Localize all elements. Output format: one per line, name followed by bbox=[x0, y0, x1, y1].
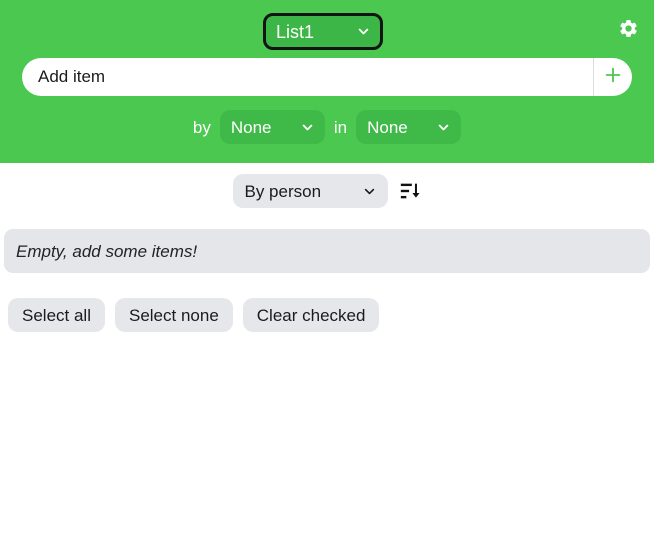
empty-list-message: Empty, add some items! bbox=[4, 229, 650, 273]
main-content: By person Empty, add some items! Select … bbox=[0, 163, 654, 554]
clear-checked-button[interactable]: Clear checked bbox=[242, 298, 380, 332]
assign-in-label: in bbox=[333, 117, 348, 137]
assign-by-select[interactable]: None bbox=[219, 110, 325, 144]
assign-by-value: None bbox=[230, 117, 272, 137]
chevron-down-icon bbox=[363, 185, 376, 198]
add-item-button[interactable] bbox=[593, 58, 632, 96]
list-selector-value: List1 bbox=[276, 22, 315, 41]
chevron-down-icon bbox=[301, 121, 314, 134]
chevron-down-icon bbox=[357, 25, 370, 38]
select-all-button[interactable]: Select all bbox=[8, 298, 105, 332]
assignment-row: by None in None bbox=[0, 110, 654, 144]
group-by-value: By person bbox=[244, 181, 322, 201]
assign-in-value: None bbox=[367, 117, 408, 137]
chevron-down-icon bbox=[437, 121, 450, 134]
list-selector[interactable]: List1 bbox=[263, 13, 383, 50]
sort-descending-icon bbox=[399, 180, 421, 202]
list-actions: Select all Select none Clear checked bbox=[8, 298, 380, 332]
app-header: List1 by bbox=[0, 0, 654, 163]
add-item-row bbox=[22, 58, 632, 96]
select-none-button[interactable]: Select none bbox=[114, 298, 233, 332]
sort-controls: By person bbox=[0, 174, 654, 208]
add-item-input[interactable] bbox=[22, 58, 593, 96]
group-by-select[interactable]: By person bbox=[232, 174, 388, 208]
assign-by-label: by bbox=[192, 117, 211, 137]
empty-list-text: Empty, add some items! bbox=[16, 241, 198, 261]
settings-button[interactable] bbox=[616, 16, 640, 40]
plus-icon bbox=[602, 64, 624, 90]
sort-direction-button[interactable] bbox=[398, 179, 422, 203]
header-top-bar: List1 bbox=[0, 0, 654, 62]
assign-in-select[interactable]: None bbox=[356, 110, 462, 144]
gear-icon bbox=[618, 18, 639, 39]
